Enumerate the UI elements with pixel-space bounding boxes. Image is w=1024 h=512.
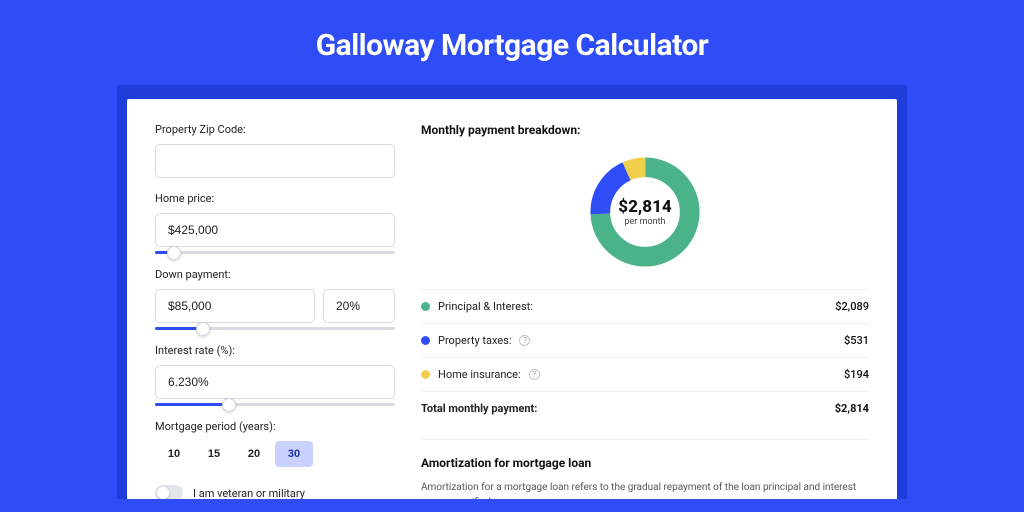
inputs-column: Property Zip Code: Home price: Down paym…	[155, 123, 395, 499]
veteran-toggle-row: I am veteran or military	[155, 485, 395, 499]
interest-rate-input[interactable]	[155, 365, 395, 399]
donut-chart: $2,814 per month	[421, 149, 869, 289]
home-price-field: Home price:	[155, 192, 395, 254]
breakdown-item-label: Property taxes:	[438, 334, 511, 347]
period-button-15[interactable]: 15	[195, 441, 233, 467]
donut-amount: $2,814	[618, 197, 671, 217]
period-button-30[interactable]: 30	[275, 441, 313, 467]
zip-input[interactable]	[155, 144, 395, 178]
breakdown-item-value: $2,089	[835, 300, 869, 313]
down-payment-slider-thumb[interactable]	[196, 322, 210, 336]
period-button-10[interactable]: 10	[155, 441, 193, 467]
donut-subtext: per month	[624, 217, 665, 227]
home-price-label: Home price:	[155, 192, 395, 205]
breakdown-item-value: $194	[844, 368, 869, 381]
down-payment-slider[interactable]	[155, 327, 395, 330]
down-payment-input[interactable]	[155, 289, 315, 323]
veteran-toggle-knob	[157, 487, 169, 499]
zip-label: Property Zip Code:	[155, 123, 395, 136]
period-button-20[interactable]: 20	[235, 441, 273, 467]
breakdown-item-label: Principal & Interest:	[438, 300, 533, 313]
mortgage-period-field: Mortgage period (years): 10152030	[155, 420, 395, 467]
help-icon[interactable]: ?	[519, 335, 530, 346]
home-price-slider-thumb[interactable]	[167, 246, 181, 260]
breakdown-row: Property taxes:? $531	[421, 323, 869, 357]
legend-dot-icon	[421, 302, 430, 311]
breakdown-row: Home insurance:? $194	[421, 357, 869, 391]
breakdown-item-value: $531	[844, 334, 869, 347]
legend-dot-icon	[421, 336, 430, 345]
interest-rate-slider-thumb[interactable]	[222, 398, 236, 412]
down-payment-field: Down payment:	[155, 268, 395, 330]
breakdown-item-label: Home insurance:	[438, 368, 521, 381]
calculator-card: Property Zip Code: Home price: Down paym…	[127, 99, 897, 499]
home-price-input[interactable]	[155, 213, 395, 247]
home-price-slider[interactable]	[155, 251, 395, 254]
down-payment-label: Down payment:	[155, 268, 395, 281]
card-back: Property Zip Code: Home price: Down paym…	[117, 85, 907, 499]
zip-field: Property Zip Code:	[155, 123, 395, 178]
total-value: $2,814	[835, 402, 869, 415]
help-icon[interactable]: ?	[529, 369, 540, 380]
breakdown-row: Principal & Interest: $2,089	[421, 289, 869, 323]
total-row: Total monthly payment: $2,814	[421, 391, 869, 425]
breakdown-title: Monthly payment breakdown:	[421, 123, 869, 137]
veteran-toggle[interactable]	[155, 485, 183, 499]
page-title: Galloway Mortgage Calculator	[0, 0, 1024, 85]
total-label: Total monthly payment:	[421, 402, 537, 415]
amortization-title: Amortization for mortgage loan	[421, 456, 869, 470]
amortization-section: Amortization for mortgage loan Amortizat…	[421, 439, 869, 499]
breakdown-column: Monthly payment breakdown: $2,814 per mo…	[421, 123, 869, 499]
interest-rate-label: Interest rate (%):	[155, 344, 395, 357]
interest-rate-slider[interactable]	[155, 403, 395, 406]
veteran-toggle-label: I am veteran or military	[193, 487, 305, 500]
legend-dot-icon	[421, 370, 430, 379]
interest-rate-field: Interest rate (%):	[155, 344, 395, 406]
amortization-text: Amortization for a mortgage loan refers …	[421, 480, 869, 499]
down-payment-pct-input[interactable]	[323, 289, 395, 323]
mortgage-period-label: Mortgage period (years):	[155, 420, 395, 433]
